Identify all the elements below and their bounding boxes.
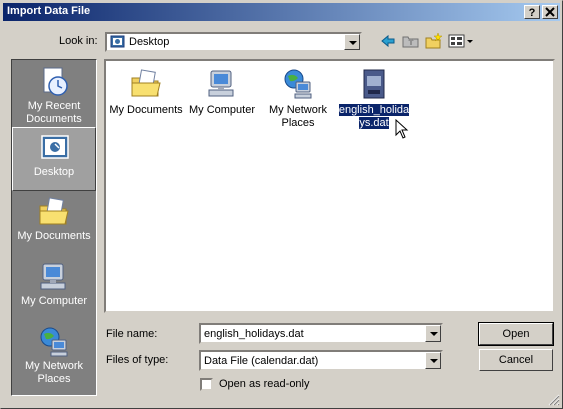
- my-network-places-icon: [284, 69, 312, 99]
- places-item-my-computer[interactable]: My Computer: [12, 257, 96, 321]
- chevron-down-icon[interactable]: [344, 34, 360, 50]
- help-button[interactable]: ?: [524, 5, 540, 19]
- places-item-label: My Computer: [20, 295, 88, 307]
- look-in-label: Look in:: [59, 35, 98, 47]
- places-item-my-network-places[interactable]: My Network Places: [12, 322, 96, 386]
- file-label: My Computer: [188, 104, 256, 116]
- list-item-my-documents[interactable]: My Documents: [107, 64, 185, 124]
- files-of-type-label: Files of type:: [106, 354, 169, 366]
- look-in-dropdown[interactable]: Desktop: [105, 32, 362, 52]
- file-name-value: english_holidays.dat: [204, 328, 304, 340]
- views-menu-icon[interactable]: [448, 34, 474, 48]
- my-documents-icon: [131, 69, 161, 97]
- places-item-my-recent-documents[interactable]: My Recent Documents: [12, 62, 96, 126]
- files-of-type-value: Data File (calendar.dat): [204, 355, 319, 367]
- places-item-my-documents[interactable]: My Documents: [12, 192, 96, 256]
- files-of-type-dropdown[interactable]: Data File (calendar.dat): [199, 350, 443, 371]
- dat-file-icon: [363, 69, 385, 99]
- look-in-value: Desktop: [129, 36, 170, 48]
- desktop-icon: [41, 135, 69, 159]
- recent-documents-icon: [43, 67, 68, 96]
- chevron-down-icon[interactable]: [425, 325, 441, 342]
- chevron-down-icon[interactable]: [425, 352, 441, 369]
- list-item-my-network-places[interactable]: My Network Places: [259, 64, 337, 136]
- my-computer-icon: [40, 263, 66, 290]
- close-icon: [545, 7, 555, 17]
- places-bar: My Recent Documents Desktop My Documents: [11, 59, 97, 396]
- places-item-label: My Recent Documents: [26, 100, 82, 125]
- read-only-checkbox[interactable]: [200, 378, 213, 391]
- file-name-field[interactable]: english_holidays.dat: [199, 323, 443, 344]
- my-documents-icon: [39, 197, 69, 225]
- file-label: My Network Places: [268, 104, 328, 129]
- places-item-label: My Network Places: [24, 360, 84, 385]
- list-item-english-holidays-dat[interactable]: english_holida ys.dat: [335, 64, 413, 139]
- my-network-places-icon: [40, 327, 68, 357]
- resize-grip-icon[interactable]: [548, 394, 560, 406]
- import-data-file-dialog: Import Data File ? Look in: Desktop My R…: [0, 0, 563, 409]
- mouse-pointer-icon: [395, 119, 409, 139]
- my-computer-icon: [208, 70, 234, 97]
- title-bar[interactable]: Import Data File ?: [3, 3, 560, 21]
- close-button[interactable]: [542, 5, 558, 19]
- up-folder-icon[interactable]: [402, 33, 420, 49]
- file-label: My Documents: [109, 104, 183, 116]
- file-name-label: File name:: [106, 328, 158, 340]
- places-item-label: Desktop: [33, 166, 75, 178]
- places-item-label: My Documents: [17, 230, 91, 242]
- places-item-desktop[interactable]: Desktop: [12, 127, 96, 191]
- desktop-icon: [110, 35, 125, 48]
- list-item-my-computer[interactable]: My Computer: [183, 64, 261, 124]
- cancel-button[interactable]: Cancel: [479, 349, 553, 371]
- window-title: Import Data File: [7, 5, 91, 17]
- back-arrow-icon[interactable]: [380, 34, 396, 48]
- file-list[interactable]: My Documents My Computer My Network Plac…: [104, 59, 555, 313]
- read-only-label[interactable]: Open as read-only: [219, 378, 310, 390]
- open-button[interactable]: Open: [478, 322, 554, 346]
- new-folder-icon[interactable]: [425, 32, 443, 49]
